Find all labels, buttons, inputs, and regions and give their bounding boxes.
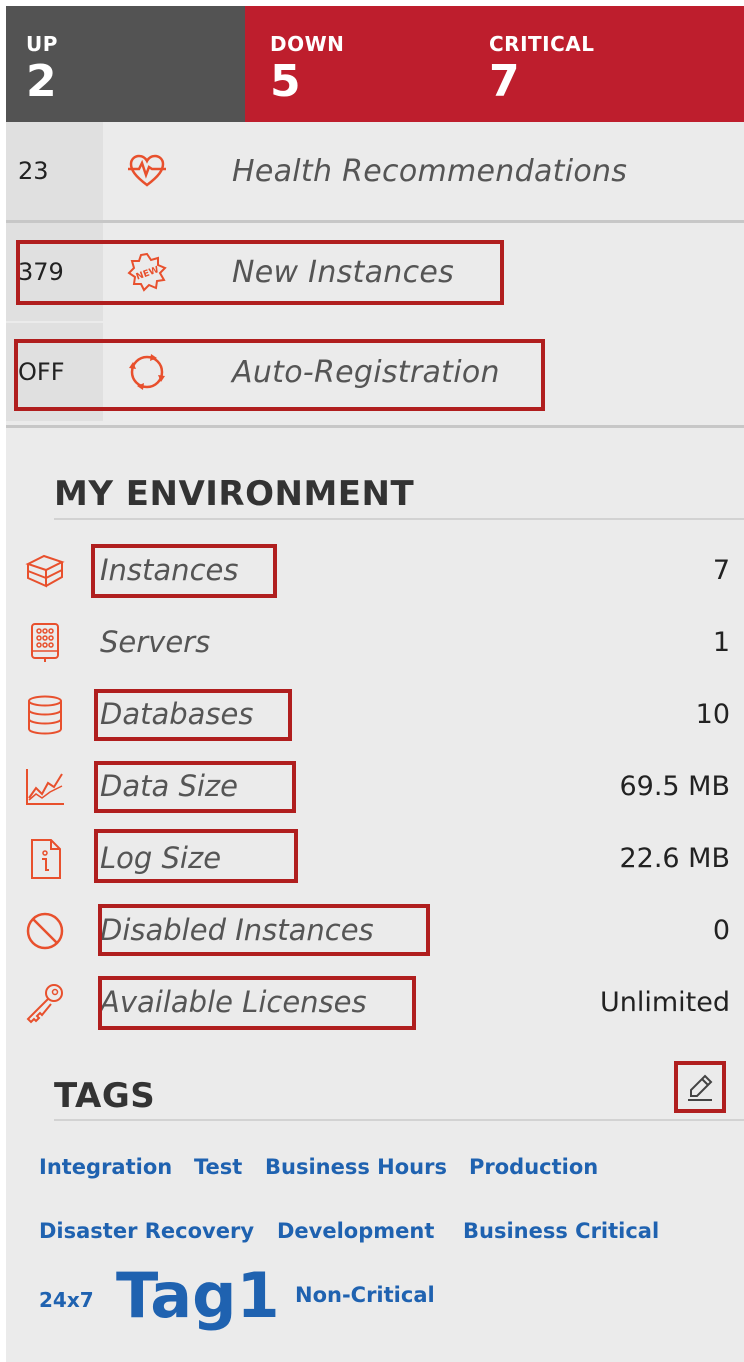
env-value-log-size: 22.6 MB (619, 842, 730, 874)
chart-line-icon (26, 769, 64, 805)
status-up-label: UP (26, 32, 58, 56)
highlight-box (16, 240, 504, 305)
health-recommendations-label: Health Recommendations (232, 153, 628, 189)
env-value-available-licenses: Unlimited (599, 986, 730, 1018)
tag-business-hours[interactable]: Business Hours (265, 1155, 447, 1179)
disabled-icon (26, 912, 64, 950)
database-icon (28, 695, 62, 735)
tag-development[interactable]: Development (277, 1219, 434, 1243)
highlight-box (98, 976, 416, 1030)
section-rule (54, 518, 744, 520)
health-recommendations-row[interactable]: 23 Health Recommendations (6, 122, 744, 220)
env-value-data-size: 69.5 MB (619, 770, 730, 802)
status-critical-count: 7 (489, 56, 520, 107)
log-file-icon (31, 839, 61, 879)
tag-tag1[interactable]: Tag1 (116, 1260, 280, 1332)
key-icon (26, 984, 63, 1024)
env-row-servers[interactable]: Servers 1 (6, 613, 744, 671)
status-bar: UP 2 DOWN 5 CRITICAL 7 (6, 6, 744, 122)
tag-business-critical[interactable]: Business Critical (463, 1219, 659, 1243)
tag-integration[interactable]: Integration (39, 1155, 172, 1179)
env-value-servers: 1 (712, 626, 730, 658)
env-label-servers: Servers (100, 625, 211, 659)
tag-test[interactable]: Test (194, 1155, 242, 1179)
highlight-box (91, 544, 277, 598)
env-value-databases: 10 (695, 698, 730, 730)
status-alert-tile: DOWN 5 CRITICAL 7 (245, 6, 744, 122)
environment-title: MY ENVIRONMENT (54, 474, 415, 514)
edit-tags-button[interactable] (674, 1061, 726, 1113)
dashboard-panel: UP 2 DOWN 5 CRITICAL 7 23 Health Recomme… (6, 6, 744, 1362)
tags-title: TAGS (54, 1076, 156, 1116)
servers-icon (31, 623, 59, 662)
tag-production[interactable]: Production (469, 1155, 598, 1179)
tag-disaster-recovery[interactable]: Disaster Recovery (39, 1219, 254, 1243)
highlight-box (94, 829, 298, 883)
highlight-box (94, 689, 292, 741)
env-value-instances: 7 (712, 554, 730, 586)
tag-non-critical[interactable]: Non-Critical (295, 1283, 435, 1307)
divider (6, 425, 744, 428)
highlight-box (98, 904, 430, 956)
instances-icon (25, 554, 65, 588)
highlight-box (14, 339, 545, 411)
tag-24x7[interactable]: 24x7 (39, 1288, 94, 1312)
status-up-count: 2 (26, 56, 57, 107)
status-down-count: 5 (270, 56, 301, 107)
env-value-disabled-instances: 0 (712, 914, 730, 946)
status-down-label: DOWN (270, 32, 345, 56)
heart-pulse-icon (128, 154, 166, 187)
status-critical-label: CRITICAL (489, 32, 595, 56)
section-rule (54, 1119, 744, 1121)
pencil-icon (688, 1074, 713, 1101)
health-recommendations-count: 23 (18, 157, 49, 185)
highlight-box (94, 761, 296, 813)
status-up-tile[interactable]: UP 2 (6, 6, 245, 122)
